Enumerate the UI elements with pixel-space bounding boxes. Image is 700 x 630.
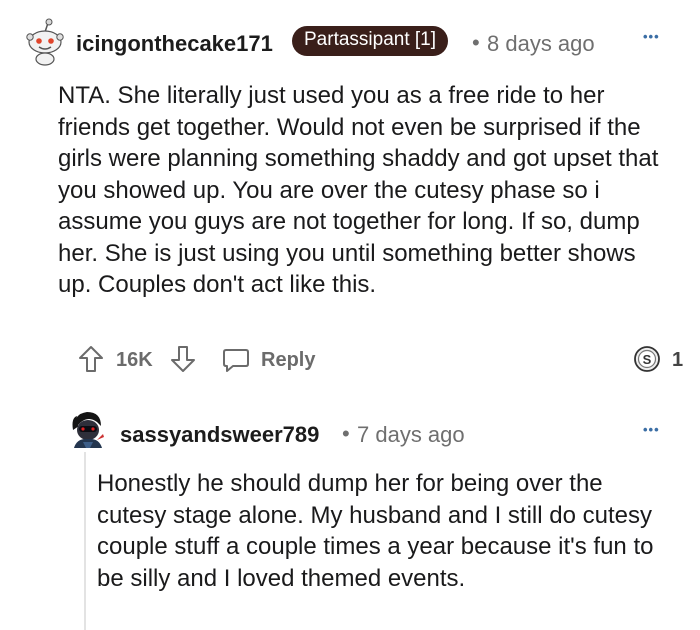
reply-comment: sassyandsweer789 • 7 days ago ••• Honest… xyxy=(0,390,700,630)
more-options-icon[interactable]: ••• xyxy=(643,422,660,437)
meta-separator: • xyxy=(472,30,480,55)
user-flair-badge: Partassipant [1] xyxy=(292,26,449,56)
chat-bubble-icon xyxy=(222,347,250,378)
vote-count: 16K xyxy=(116,349,153,371)
upvote-icon[interactable] xyxy=(78,345,104,378)
meta-separator: • xyxy=(342,421,350,446)
downvote-icon[interactable] xyxy=(170,345,196,378)
more-options-icon[interactable]: ••• xyxy=(643,29,660,44)
reply-timestamp: 7 days ago xyxy=(357,422,465,447)
reply-button[interactable]: Reply xyxy=(222,345,322,375)
reply-body: Honestly he should dump her for being ov… xyxy=(97,470,654,592)
thread-line xyxy=(84,452,86,630)
reply-username[interactable]: sassyandsweer789 xyxy=(120,422,319,448)
award-count: 1 xyxy=(672,349,684,371)
comment-timestamp: 8 days ago xyxy=(487,31,595,56)
comment: icingonthecake171 Partassipant [1] • 8 d… xyxy=(0,0,700,390)
svg-text:S: S xyxy=(643,352,652,367)
user-avatar-icon[interactable] xyxy=(67,408,109,450)
silver-award-icon[interactable]: S xyxy=(633,344,661,379)
comment-username[interactable]: icingonthecake171 xyxy=(76,31,273,57)
reply-label: Reply xyxy=(261,349,316,371)
comment-body: NTA. She literally just used you as a fr… xyxy=(58,82,659,298)
snoo-avatar-icon[interactable] xyxy=(24,18,66,66)
